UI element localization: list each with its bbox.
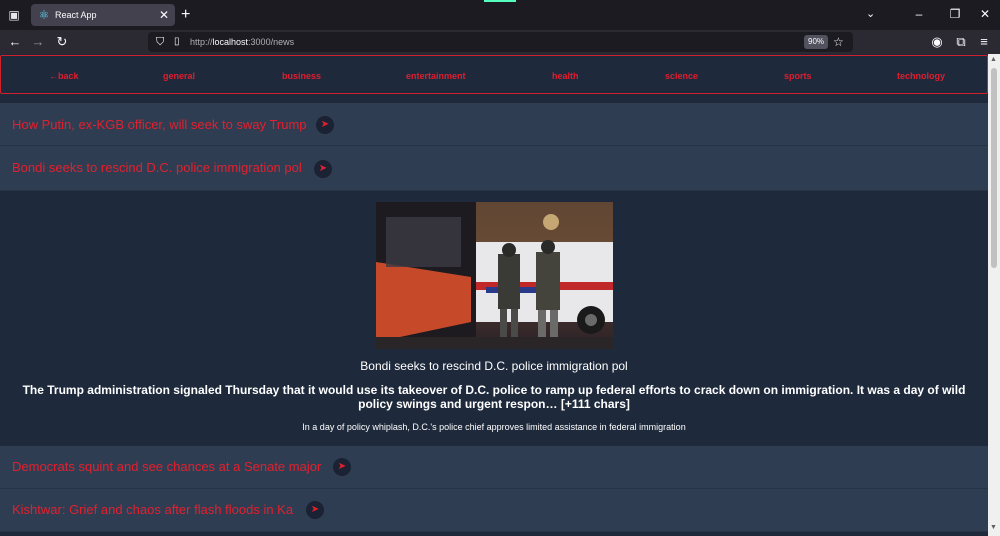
back-arrow-icon[interactable]: ← <box>6 33 24 51</box>
article-title: Bondi seeks to rescind D.C. police immig… <box>360 359 628 373</box>
news-row-active[interactable]: Bondi seeks to rescind D.C. police immig… <box>0 146 988 191</box>
list-all-tabs-chevron-icon[interactable]: ⌄ <box>866 7 875 20</box>
open-article-arrow-icon[interactable]: ➤ <box>314 160 332 178</box>
news-title[interactable]: How Putin, ex-KGB officer, will seek to … <box>12 117 307 133</box>
category-navbar: ←back general business entertainment hea… <box>0 55 988 94</box>
tab-strip-accent <box>484 0 516 2</box>
category-technology[interactable]: technology <box>897 70 945 82</box>
scroll-thumb[interactable] <box>991 68 997 268</box>
page-scrollbar[interactable]: ▲ ▼ <box>988 54 1000 536</box>
react-favicon-icon: ⚛ <box>38 8 50 22</box>
article-image <box>376 202 613 349</box>
account-icon[interactable]: ◉ <box>928 33 946 51</box>
page-viewport: ←back general business entertainment hea… <box>0 54 988 536</box>
news-row[interactable]: Democrats squint and see chances at a Se… <box>0 446 988 489</box>
zoom-level-badge[interactable]: 90% <box>804 35 829 49</box>
category-sports[interactable]: sports <box>784 70 812 82</box>
menu-hamburger-icon[interactable]: ≡ <box>975 33 993 51</box>
extensions-icon[interactable]: ⧉ <box>952 33 970 51</box>
url-text[interactable]: http://localhost:3000/news <box>190 34 294 50</box>
news-title[interactable]: Democrats squint and see chances at a Se… <box>12 459 321 475</box>
open-article-arrow-icon[interactable]: ➤ <box>316 116 334 134</box>
tab-list-icon[interactable]: ▣ <box>6 7 22 23</box>
news-title[interactable]: Kishtwar: Grief and chaos after flash fl… <box>12 502 293 518</box>
news-row[interactable]: Kishtwar: Grief and chaos after flash fl… <box>0 489 988 532</box>
news-title[interactable]: Bondi seeks to rescind D.C. police immig… <box>12 160 302 176</box>
tab-title: React App <box>55 10 97 20</box>
forward-arrow-icon[interactable]: → <box>29 33 47 51</box>
police-scene-image <box>376 202 613 349</box>
minimize-icon[interactable]: – <box>910 5 928 23</box>
close-tab-icon[interactable]: ✕ <box>159 7 169 23</box>
open-article-arrow-icon[interactable]: ➤ <box>333 458 351 476</box>
window-close-icon[interactable]: ✕ <box>976 5 994 23</box>
page-info-icon[interactable]: ▯ <box>174 34 180 50</box>
browser-navigation-bar: ← → ↻ ⛉ ▯ http://localhost:3000/news 90%… <box>0 30 1000 54</box>
category-entertainment[interactable]: entertainment <box>406 70 466 82</box>
scroll-up-icon[interactable]: ▲ <box>990 56 997 63</box>
article-subtitle: In a day of policy whiplash, D.C.'s poli… <box>302 422 686 432</box>
reload-icon[interactable]: ↻ <box>53 33 71 51</box>
browser-tab-bar: ▣ ⚛ React App ✕ + ⌄ – ❐ ✕ <box>0 0 1000 30</box>
category-business[interactable]: business <box>282 70 321 82</box>
restore-icon[interactable]: ❐ <box>946 5 964 23</box>
bookmark-star-icon[interactable]: ☆ <box>833 34 844 50</box>
tracking-shield-icon[interactable]: ⛉ <box>156 34 164 50</box>
category-health[interactable]: health <box>552 70 579 82</box>
browser-tab[interactable]: ⚛ React App ✕ <box>31 4 175 26</box>
address-bar[interactable]: ⛉ ▯ http://localhost:3000/news 90% ☆ <box>148 32 853 52</box>
scroll-down-icon[interactable]: ▼ <box>990 524 997 531</box>
new-tab-icon[interactable]: + <box>181 5 190 25</box>
open-article-arrow-icon[interactable]: ➤ <box>306 501 324 519</box>
back-link[interactable]: ←back <box>49 70 79 82</box>
news-row[interactable]: How Putin, ex-KGB officer, will seek to … <box>0 103 988 146</box>
category-general[interactable]: general <box>163 70 195 82</box>
article-description: The Trump administration signaled Thursd… <box>22 383 966 411</box>
expanded-article: Bondi seeks to rescind D.C. police immig… <box>0 191 988 446</box>
category-science[interactable]: science <box>665 70 698 82</box>
